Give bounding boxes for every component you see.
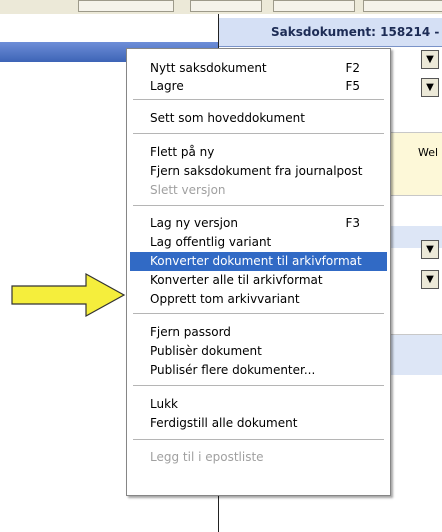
menu-item[interactable]: Ferdigstill alle dokument: [127, 414, 390, 433]
menu-item-label: Slett versjon: [150, 183, 226, 197]
dropdown-button[interactable]: ▼: [421, 270, 439, 289]
menu-item-label: Lagre: [150, 79, 184, 93]
field-text-fragment: Wel: [418, 146, 439, 159]
menu-item-label: Flett på ny: [150, 145, 215, 159]
menu-item-shortcut: F3: [345, 216, 360, 230]
annotation-arrow-icon: [11, 272, 126, 318]
toolbar-button[interactable]: [363, 0, 442, 12]
menu-separator: [133, 99, 384, 100]
menu-item[interactable]: Publisér flere dokumenter...: [127, 361, 390, 380]
menu-item-label: Fjern saksdokument fra journalpost: [150, 164, 363, 178]
toolbar-button[interactable]: [78, 0, 174, 12]
menu-item-label: Sett som hoveddokument: [150, 111, 305, 125]
menu-item[interactable]: Publisèr dokument: [127, 342, 390, 361]
menu-item: Slett versjon: [127, 181, 390, 200]
toolbar-button[interactable]: [190, 0, 262, 12]
toolbar-button[interactable]: [273, 0, 355, 12]
menu-item[interactable]: Konverter alle til arkivformat: [127, 271, 390, 290]
menu-item[interactable]: Lag offentlig variant: [127, 233, 390, 252]
menu-item[interactable]: Flett på ny: [127, 143, 390, 162]
document-header: Saksdokument: 158214 -: [219, 18, 442, 47]
menu-separator: [133, 133, 384, 134]
menu-item-label: Publisèr dokument: [150, 344, 262, 358]
menu-item-label: Ferdigstill alle dokument: [150, 416, 298, 430]
menu-item-label: Konverter dokument til arkivformat: [150, 254, 362, 268]
menu-item[interactable]: Fjern saksdokument fra journalpost: [127, 162, 390, 181]
menu-item[interactable]: Konverter dokument til arkivformat: [130, 252, 387, 271]
menu-item-label: Legg til i epostliste: [150, 450, 264, 464]
menu-separator: [133, 439, 384, 440]
menu-item: Legg til i epostliste: [127, 448, 390, 467]
menu-item-label: Fjern passord: [150, 325, 231, 339]
menu-item[interactable]: Lukk: [127, 395, 390, 414]
menu-separator: [133, 385, 384, 386]
menu-item-shortcut: F2: [345, 61, 360, 75]
menu-item-label: Lag offentlig variant: [150, 235, 272, 249]
menu-item[interactable]: Sett som hoveddokument: [127, 109, 390, 128]
toolbar-strip: [0, 0, 442, 15]
menu-item[interactable]: Fjern passord: [127, 323, 390, 342]
menu-item-label: Publisér flere dokumenter...: [150, 363, 316, 377]
menu-item[interactable]: Lagre F5: [127, 77, 390, 96]
menu-item[interactable]: Opprett tom arkivvariant: [127, 290, 390, 309]
menu-item-shortcut: F5: [345, 79, 360, 93]
menu-separator: [133, 205, 384, 206]
menu-item[interactable]: Lag ny versjon F3: [127, 214, 390, 233]
menu-item-label: Opprett tom arkivvariant: [150, 292, 300, 306]
menu-item-label: Konverter alle til arkivformat: [150, 273, 323, 287]
menu-item[interactable]: Nytt saksdokument F2: [127, 59, 390, 78]
menu-item-label: Lag ny versjon: [150, 216, 238, 230]
menu-separator: [133, 313, 384, 314]
menu-item-label: Nytt saksdokument: [150, 61, 267, 75]
dropdown-button[interactable]: ▼: [421, 240, 439, 259]
dropdown-button[interactable]: ▼: [421, 50, 439, 69]
document-title: Saksdokument: 158214 -: [271, 25, 440, 39]
context-menu: Nytt saksdokument F2 Lagre F5 Sett som hoved…: [126, 48, 391, 496]
dropdown-button[interactable]: ▼: [421, 78, 439, 97]
menu-item-label: Lukk: [150, 397, 178, 411]
